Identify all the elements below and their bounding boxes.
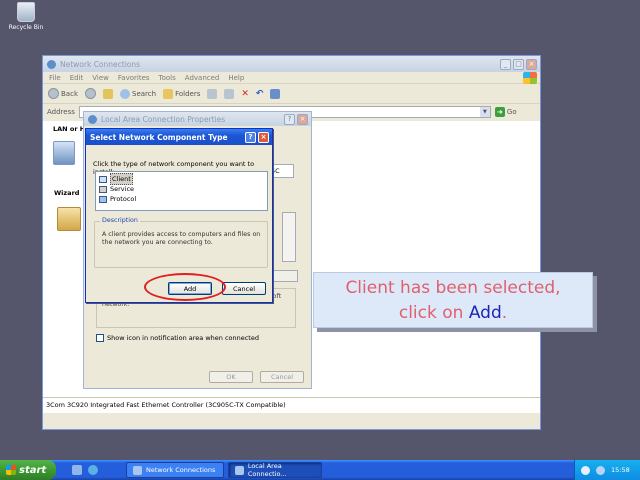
start-button[interactable]: start <box>0 460 56 480</box>
task-network-connections[interactable]: Network Connections <box>126 462 224 478</box>
ok-button[interactable]: OK <box>209 371 253 383</box>
show-desktop-icon[interactable] <box>72 465 82 475</box>
select-titlebar[interactable]: Select Network Component Type ? × <box>86 129 272 145</box>
status-bar: 3Com 3C920 Integrated Fast Ethernet Cont… <box>43 397 540 413</box>
network-connection-icon[interactable] <box>53 141 75 165</box>
lan-task-icon <box>235 465 244 475</box>
back-arrow-icon <box>48 88 59 99</box>
select-title: Select Network Component Type <box>90 132 228 142</box>
search-button[interactable]: Search <box>120 88 156 99</box>
address-dropdown-icon[interactable]: ▼ <box>479 107 490 117</box>
windows-logo-icon <box>523 72 537 84</box>
service-icon <box>99 185 107 193</box>
move-to-icon <box>207 88 218 99</box>
menu-advanced[interactable]: Advanced <box>185 74 220 82</box>
windows-flag-icon <box>6 465 16 475</box>
explorer-title: Network Connections <box>60 59 141 69</box>
properties-cancel-button[interactable]: Cancel <box>260 371 304 383</box>
list-item-service[interactable]: Service <box>99 184 264 194</box>
go-arrow-icon: ➜ <box>494 107 505 117</box>
delete-icon: ✕ <box>241 88 249 99</box>
up-folder-icon <box>103 88 113 99</box>
system-tray: 15:58 <box>574 460 640 480</box>
task-local-area-connection[interactable]: Local Area Connectio... <box>228 462 322 478</box>
menu-edit[interactable]: Edit <box>70 74 84 82</box>
search-icon <box>120 88 130 99</box>
tutorial-callout: Client has been selected, click on Add. <box>313 272 593 328</box>
move-to-button[interactable] <box>207 88 218 99</box>
menu-file[interactable]: File <box>49 74 61 82</box>
select-cancel-button[interactable]: Cancel <box>222 282 266 295</box>
description-text: A client provides access to computers an… <box>102 231 261 246</box>
taskbar: start Network Connections Local Area Con… <box>0 460 640 480</box>
list-item-client[interactable]: Client <box>99 173 264 185</box>
forward-button[interactable] <box>85 88 96 99</box>
maximize-button[interactable]: □ <box>513 58 524 70</box>
wizard-heading: Wizard <box>54 189 80 197</box>
close-button[interactable]: × <box>526 58 537 70</box>
callout-add-highlight: Add <box>468 303 502 323</box>
recycle-bin-icon[interactable]: Recycle Bin <box>6 2 46 36</box>
menu-favorites[interactable]: Favorites <box>118 74 150 82</box>
component-type-list: Client Service Protocol <box>95 171 268 211</box>
checkbox-box[interactable] <box>96 334 104 342</box>
explorer-titlebar[interactable]: Network Connections _ □ × <box>43 56 540 72</box>
recycle-bin-glyph-icon <box>17 2 35 22</box>
menu-view[interactable]: View <box>92 74 109 82</box>
copy-to-icon <box>224 88 235 99</box>
network-connections-task-icon <box>133 465 142 475</box>
description-group: Description A client provides access to … <box>94 217 268 268</box>
lan-heading: LAN or H <box>53 125 86 133</box>
lan-icon <box>88 114 97 124</box>
internet-explorer-icon[interactable] <box>88 465 98 475</box>
forward-arrow-icon <box>85 88 96 99</box>
components-scrollbar[interactable] <box>282 212 296 262</box>
folders-icon <box>163 88 174 99</box>
clock[interactable]: 15:58 <box>611 466 630 474</box>
properties-close-button[interactable]: × <box>297 113 308 125</box>
menu-tools[interactable]: Tools <box>159 74 176 82</box>
properties-titlebar[interactable]: Local Area Connection Properties ? × <box>84 112 311 126</box>
callout-line-1: Client has been selected, <box>345 278 561 298</box>
undo-icon: ↶ <box>255 88 264 99</box>
select-help-button[interactable]: ? <box>245 131 256 143</box>
minimize-button[interactable]: _ <box>500 58 511 70</box>
show-icon-checkbox[interactable]: Show icon in notification area when conn… <box>96 334 259 342</box>
undo-button[interactable]: ↶ <box>256 89 264 99</box>
select-close-button[interactable]: × <box>258 131 269 143</box>
recycle-bin-label: Recycle Bin <box>8 24 44 31</box>
folders-button[interactable]: Folders <box>163 88 200 99</box>
up-folder-button[interactable] <box>103 88 113 99</box>
toolbar: Back Search Folders ✕ ↶ <box>43 84 540 104</box>
list-item-protocol[interactable]: Protocol <box>99 194 264 204</box>
views-icon <box>270 88 281 99</box>
back-button[interactable]: Back <box>48 88 78 99</box>
menu-bar: File Edit View Favorites Tools Advanced … <box>43 72 540 84</box>
protocol-icon <box>99 195 107 203</box>
menu-help[interactable]: Help <box>228 74 244 82</box>
properties-title: Local Area Connection Properties <box>101 114 226 124</box>
wizard-icon[interactable] <box>57 207 81 231</box>
properties-help-button[interactable]: ? <box>284 113 295 125</box>
views-button[interactable] <box>270 88 281 99</box>
description-legend: Description <box>100 217 140 224</box>
go-button[interactable]: ➜ Go <box>494 107 517 117</box>
copy-to-button[interactable] <box>224 88 235 99</box>
network-folder-icon <box>47 59 56 69</box>
show-icon-label: Show icon in notification area when conn… <box>107 334 259 342</box>
address-label: Address <box>47 108 75 116</box>
delete-button[interactable]: ✕ <box>241 89 249 99</box>
client-icon <box>99 175 107 183</box>
volume-tray-icon[interactable] <box>596 465 605 475</box>
add-highlight-circle <box>144 273 226 301</box>
network-tray-icon[interactable] <box>581 465 590 475</box>
callout-line-2: click on Add. <box>398 303 508 323</box>
